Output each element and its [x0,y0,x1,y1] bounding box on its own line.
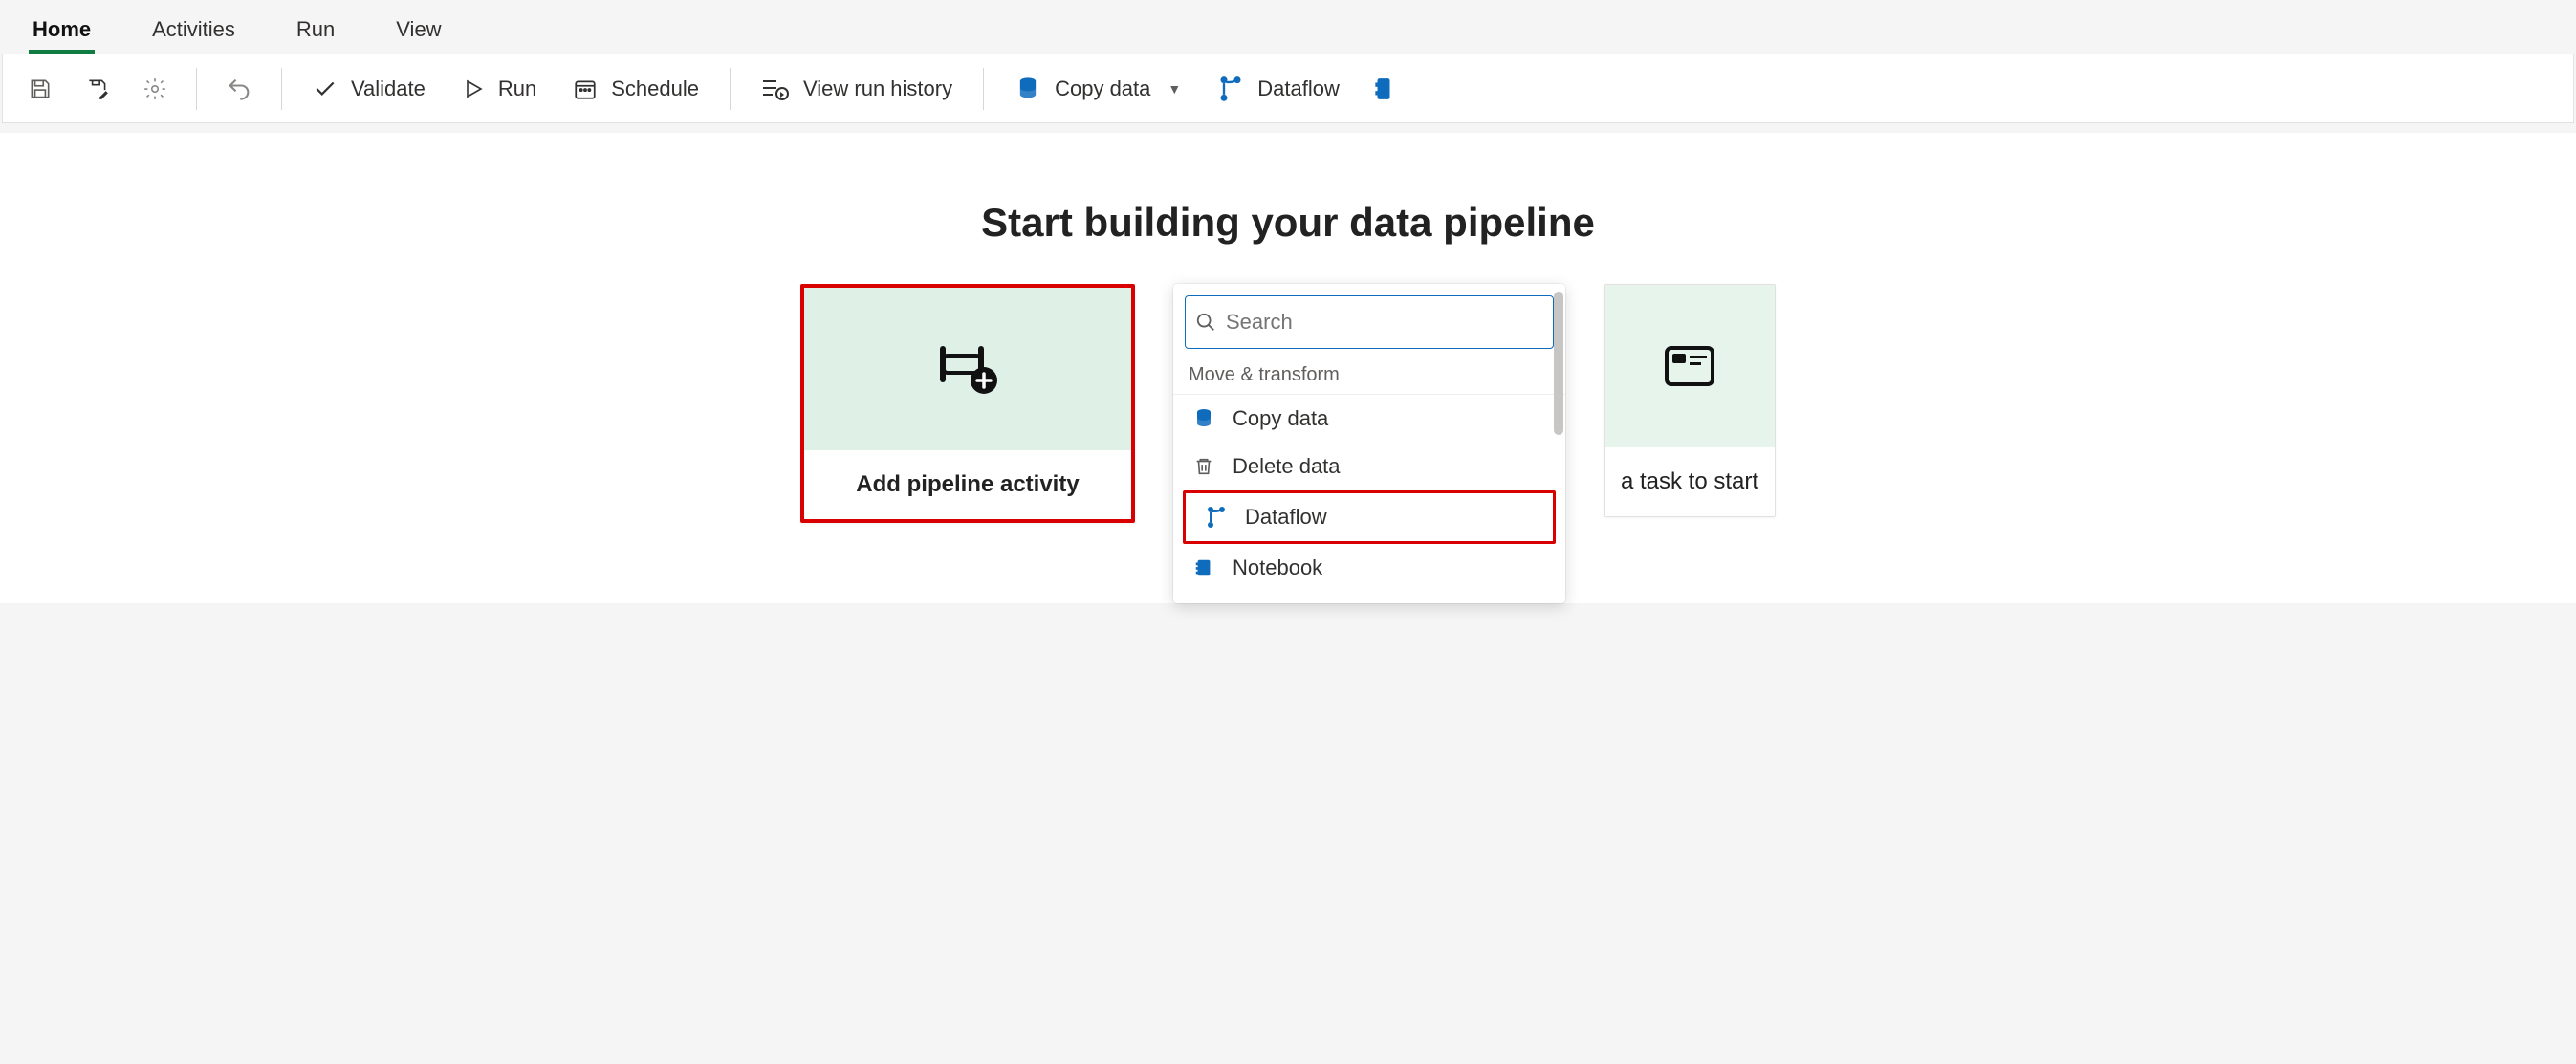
dataflow-label: Dataflow [1257,76,1340,101]
dropdown-scrollbar[interactable] [1554,292,1563,445]
run-button[interactable]: Run [452,69,546,109]
tab-home[interactable]: Home [29,10,95,54]
dropdown-item-label: Dataflow [1245,505,1327,530]
save-icon [28,76,53,101]
dropdown-item-label: Notebook [1233,555,1322,580]
card-hero [804,288,1131,450]
separator [983,68,984,110]
calendar-icon [573,76,598,101]
run-label: Run [498,76,536,101]
more-activity-button[interactable] [1366,69,1401,109]
card-add-pipeline-activity[interactable]: Add pipeline activity [800,284,1135,523]
tab-activities[interactable]: Activities [148,10,239,54]
card-row: Add pipeline activity Move & transform C… [0,284,2576,603]
view-history-label: View run history [803,76,952,101]
ribbon-tabs: Home Activities Run View [0,0,2576,54]
brick-icon [1374,76,1393,101]
separator [281,68,282,110]
play-icon [462,77,485,100]
card-choose-task[interactable]: a task to start [1604,284,1776,517]
copy-data-label: Copy data [1055,76,1150,101]
check-icon [313,76,338,101]
save-button[interactable] [20,69,60,109]
copy-data-button[interactable]: Copy data ▼ [1005,68,1190,110]
database-icon [1015,76,1041,102]
template-icon [1663,344,1716,388]
dataflow-icon [1217,76,1244,102]
dropdown-item-copy-data[interactable]: Copy data [1173,395,1565,443]
dropdown-item-notebook[interactable]: Notebook [1173,544,1565,592]
main-canvas: Start building your data pipeline Add pi… [0,133,2576,603]
undo-button[interactable] [218,68,260,110]
card-hero [1605,285,1775,447]
card-label: Add pipeline activity [804,450,1131,519]
trash-icon [1193,455,1214,478]
card-label: a task to start [1605,447,1775,516]
schedule-label: Schedule [611,76,699,101]
database-icon [1192,407,1215,430]
dropdown-item-dataflow[interactable]: Dataflow [1183,490,1556,544]
activity-dropdown: Move & transform Copy data Delete data D… [1173,284,1565,603]
search-input[interactable] [1224,309,1543,336]
history-list-icon [761,77,790,100]
save-edit-icon [85,76,110,101]
notebook-icon [1193,556,1214,579]
page-title: Start building your data pipeline [0,200,2576,246]
tab-run[interactable]: Run [293,10,338,54]
dropdown-item-label: Delete data [1233,454,1341,479]
validate-button[interactable]: Validate [303,69,435,109]
settings-button[interactable] [135,69,175,109]
tab-view[interactable]: View [392,10,445,54]
dropdown-item-label: Copy data [1233,406,1328,431]
save-as-button[interactable] [77,69,118,109]
search-field-wrap[interactable] [1185,295,1554,349]
dropdown-section-title: Move & transform [1173,358,1565,395]
dropdown-item-delete-data[interactable]: Delete data [1173,443,1565,490]
validate-label: Validate [351,76,426,101]
chevron-down-icon: ▼ [1168,81,1181,97]
schedule-button[interactable]: Schedule [563,69,709,109]
undo-icon [226,76,252,102]
separator [730,68,731,110]
gear-icon [142,76,167,101]
separator [196,68,197,110]
pipeline-plus-icon [934,342,1001,396]
ribbon-toolbar: Validate Run Schedule View run history C… [2,54,2574,123]
view-run-history-button[interactable]: View run history [752,69,962,109]
dataflow-icon [1205,506,1228,529]
dataflow-button[interactable]: Dataflow [1208,68,1349,110]
scrollbar-thumb[interactable] [1554,292,1563,435]
search-icon [1195,312,1216,333]
